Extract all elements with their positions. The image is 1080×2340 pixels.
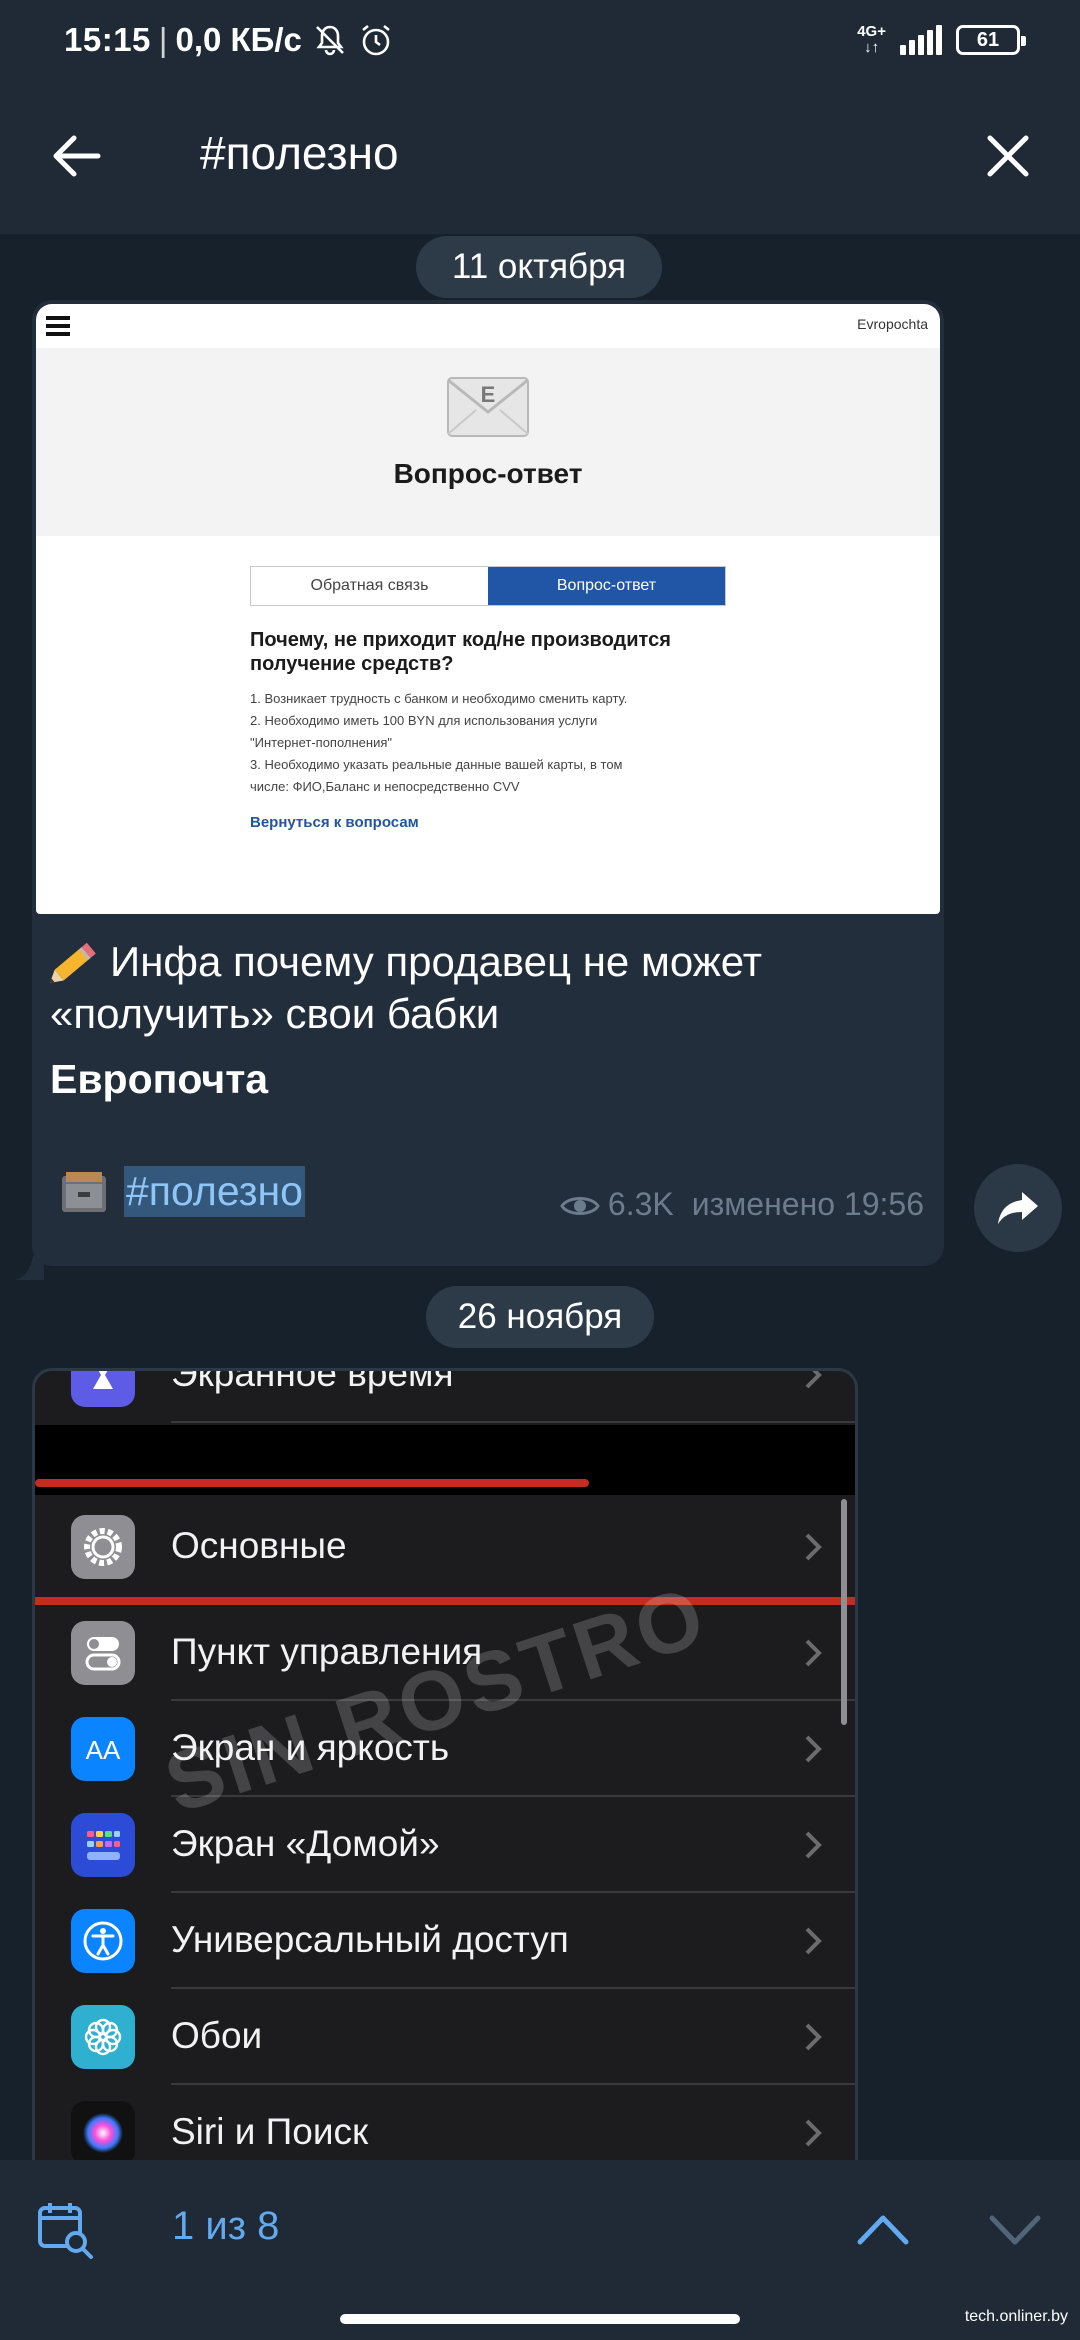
settings-label: Экранное время <box>171 1368 454 1394</box>
message-body: Инфа почему продавец не может «получить»… <box>50 938 763 1037</box>
photo-brand: Evropochta <box>857 316 928 332</box>
photo-answer-line: 1. Возникает трудность с банком и необхо… <box>250 691 628 706</box>
photo-title: Вопрос-ответ <box>393 458 583 489</box>
date-separator: 26 ноября <box>426 1286 654 1348</box>
photo-header: E Вопрос-ответ <box>36 348 940 536</box>
photo-tabs: Обратная связь Вопрос-ответ <box>250 566 726 606</box>
message-bubble[interactable]: Evropochta E Вопрос-ответ Обратная связь… <box>32 300 944 1266</box>
svg-text:E: E <box>481 382 496 407</box>
status-speed: 0,0 КБ/с <box>175 21 302 58</box>
network-label: 4G+ <box>857 23 886 40</box>
battery-level: 61 <box>976 28 1000 51</box>
chevron-right-icon <box>805 1735 822 1763</box>
chevron-right-icon <box>805 1371 822 1389</box>
battery-icon: 61 <box>956 25 1026 55</box>
message-subtitle: Европочта <box>50 1056 269 1102</box>
siri-icon <box>71 2101 135 2160</box>
message-meta: 6.3K изменено 19:56 <box>560 1186 924 1223</box>
settings-label: Экран «Домой» <box>171 1823 440 1864</box>
eye-icon <box>560 1191 600 1219</box>
status-right: 4G+ ↓↑ 61 <box>857 24 1026 56</box>
status-separator: | <box>158 21 168 58</box>
search-query[interactable]: #полезно <box>200 126 399 180</box>
photo-question: Почему, не приходит код/не производится … <box>250 629 671 675</box>
settings-row: Экранное время <box>35 1368 855 1423</box>
settings-row: Универсальный доступ <box>35 1893 855 1989</box>
edited-time: изменено 19:56 <box>691 1186 924 1222</box>
gear-icon <box>71 1515 135 1579</box>
message-photo[interactable]: Экранное время Основные Пункт управления <box>32 1368 858 2160</box>
photo-back-link: Вернуться к вопросам <box>250 814 419 831</box>
chevron-up-icon[interactable] <box>856 2210 910 2246</box>
status-bar: 15:15 | 0,0 КБ/с 4G+ ↓↑ 61 <box>0 0 1080 80</box>
divider <box>171 1421 855 1423</box>
settings-row: Siri и Поиск <box>35 2085 855 2160</box>
hashtag-link[interactable]: #полезно <box>124 1166 305 1217</box>
search-result-counter: 1 из 8 <box>172 2204 280 2248</box>
home-indicator[interactable] <box>340 2314 740 2324</box>
message-tag-row: #полезно <box>60 1166 305 1217</box>
bubble-tail <box>14 1250 44 1280</box>
red-underline <box>35 1597 855 1605</box>
network-type: 4G+ ↓↑ <box>857 24 886 56</box>
system-navigation-bar: tech.onliner.by <box>0 2300 1080 2340</box>
chevron-right-icon <box>805 1639 822 1667</box>
network-arrows: ↓↑ <box>864 39 880 56</box>
calendar-search-icon[interactable] <box>36 2200 96 2260</box>
text-size-icon: AA <box>71 1717 135 1781</box>
source-credit: tech.onliner.by <box>964 2308 1068 2325</box>
chevron-right-icon <box>805 2023 822 2051</box>
photo-tab-faq: Вопрос-ответ <box>488 567 725 605</box>
home-grid-icon <box>71 1813 135 1877</box>
chevron-right-icon <box>805 1927 822 1955</box>
file-cabinet-icon <box>60 1170 108 1214</box>
chevron-right-icon <box>805 1533 822 1561</box>
close-icon[interactable] <box>982 130 1034 182</box>
menu-icon <box>46 316 70 336</box>
back-arrow-icon[interactable] <box>48 128 104 184</box>
photo-answer-line: "Интернет-пополнения" <box>250 735 393 750</box>
settings-label: Siri и Поиск <box>171 2111 369 2152</box>
svg-text:AA: AA <box>86 1735 121 1765</box>
accessibility-icon <box>71 1909 135 1973</box>
photo-tab-feedback: Обратная связь <box>251 567 488 605</box>
pencil-icon <box>49 938 102 984</box>
search-header: #полезно <box>0 80 1080 234</box>
chevron-right-icon <box>805 2119 822 2147</box>
toggles-icon <box>71 1621 135 1685</box>
chat-area: Evropochta E Вопрос-ответ Обратная связь… <box>0 234 1080 2160</box>
photo-answer-line: 3. Необходимо указать реальные данные ва… <box>250 757 623 772</box>
settings-label: Обои <box>171 2015 263 2056</box>
envelope-icon: E <box>446 376 530 438</box>
red-underline <box>35 1479 589 1487</box>
share-arrow-icon <box>998 1192 1038 1224</box>
photo-answer-line: 2. Необходимо иметь 100 BYN для использо… <box>250 713 598 728</box>
flower-icon <box>71 2005 135 2069</box>
status-time: 15:15 <box>64 21 151 58</box>
screen: 15:15 | 0,0 КБ/с 4G+ ↓↑ 61 #полезно Evro… <box>0 0 1080 2340</box>
chevron-right-icon <box>805 1831 822 1859</box>
hourglass-icon <box>71 1371 135 1407</box>
photo-answer-line: числе: ФИО,Баланс и непосредственно CVV <box>250 779 520 794</box>
photo-answers: 1. Возникает трудность с банком и необхо… <box>250 688 770 798</box>
alarm-icon <box>358 22 394 58</box>
view-count: 6.3K <box>607 1186 674 1222</box>
share-button[interactable] <box>974 1164 1062 1252</box>
scrollbar <box>841 1499 847 1725</box>
settings-row: Обои <box>35 1989 855 2085</box>
muted-bell-icon <box>312 22 348 58</box>
date-separator: 11 октября <box>416 236 662 298</box>
settings-row: Основные <box>35 1499 855 1595</box>
settings-row: Экран «Домой» <box>35 1797 855 1893</box>
message-photo[interactable]: Evropochta E Вопрос-ответ Обратная связь… <box>36 304 940 914</box>
settings-label: Универсальный доступ <box>171 1919 569 1960</box>
message-text: Инфа почему продавец не может «получить»… <box>49 936 910 1040</box>
search-navigation-bar: 1 из 8 <box>0 2160 1080 2300</box>
chevron-down-icon[interactable] <box>988 2214 1042 2250</box>
settings-label: Основные <box>171 1525 347 1566</box>
signal-icon <box>900 25 942 55</box>
